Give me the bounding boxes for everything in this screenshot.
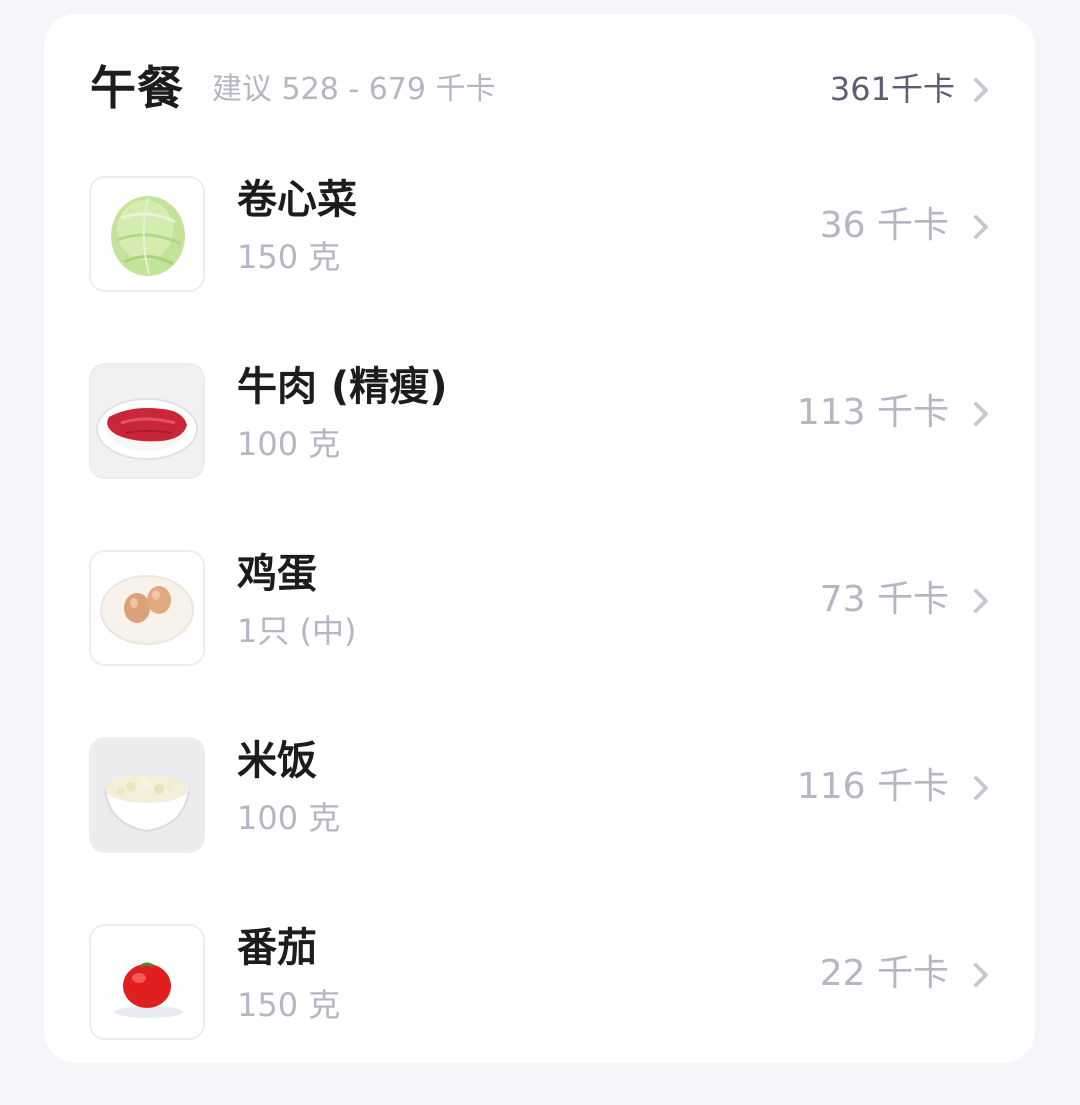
food-name: 卷心菜 xyxy=(237,177,357,223)
chevron-right-icon[interactable] xyxy=(963,588,989,614)
food-amount: 100 克 xyxy=(237,425,341,463)
meal-title: 午餐 xyxy=(90,61,184,115)
cabbage-image xyxy=(89,176,205,292)
food-name: 番茄 xyxy=(237,925,317,971)
food-name: 鸡蛋 xyxy=(237,551,317,597)
food-row-beef[interactable]: 牛肉 (精瘦) 100 克 113 千卡 xyxy=(44,351,1035,501)
tomato-image xyxy=(89,924,205,1040)
food-calories: 73 千卡 xyxy=(819,579,949,620)
food-amount: 100 克 xyxy=(237,799,341,837)
food-row-tomato[interactable]: 番茄 150 克 22 千卡 xyxy=(44,912,1035,1062)
food-amount: 150 克 xyxy=(237,238,341,276)
food-name: 米饭 xyxy=(237,738,317,784)
egg-image xyxy=(89,550,205,666)
food-row-egg[interactable]: 鸡蛋 1只 (中) 73 千卡 xyxy=(44,538,1035,688)
meal-calorie-suggestion: 建议 528 - 679 千卡 xyxy=(212,72,496,107)
food-calories: 36 千卡 xyxy=(819,205,949,246)
beef-image xyxy=(89,363,205,479)
food-calories: 116 千卡 xyxy=(796,766,949,807)
meal-header[interactable]: 午餐 建议 528 - 679 千卡 361千卡 xyxy=(44,14,1035,164)
food-row-rice[interactable]: 米饭 100 克 116 千卡 xyxy=(44,725,1035,875)
chevron-right-icon[interactable] xyxy=(963,77,989,103)
chevron-right-icon[interactable] xyxy=(963,214,989,240)
food-calories: 22 千卡 xyxy=(819,953,949,994)
food-name: 牛肉 (精瘦) xyxy=(237,364,448,410)
rice-image xyxy=(89,737,205,853)
lunch-card: 午餐 建议 528 - 679 千卡 361千卡 卷心菜 150 克 36 千卡 xyxy=(44,14,1035,1063)
meal-total-calories: 361千卡 xyxy=(829,70,955,108)
chevron-right-icon[interactable] xyxy=(963,775,989,801)
food-calories: 113 千卡 xyxy=(796,392,949,433)
chevron-right-icon[interactable] xyxy=(963,962,989,988)
food-amount: 150 克 xyxy=(237,986,341,1024)
chevron-right-icon[interactable] xyxy=(963,401,989,427)
food-amount: 1只 (中) xyxy=(237,612,357,650)
food-row-cabbage[interactable]: 卷心菜 150 克 36 千卡 xyxy=(44,164,1035,314)
